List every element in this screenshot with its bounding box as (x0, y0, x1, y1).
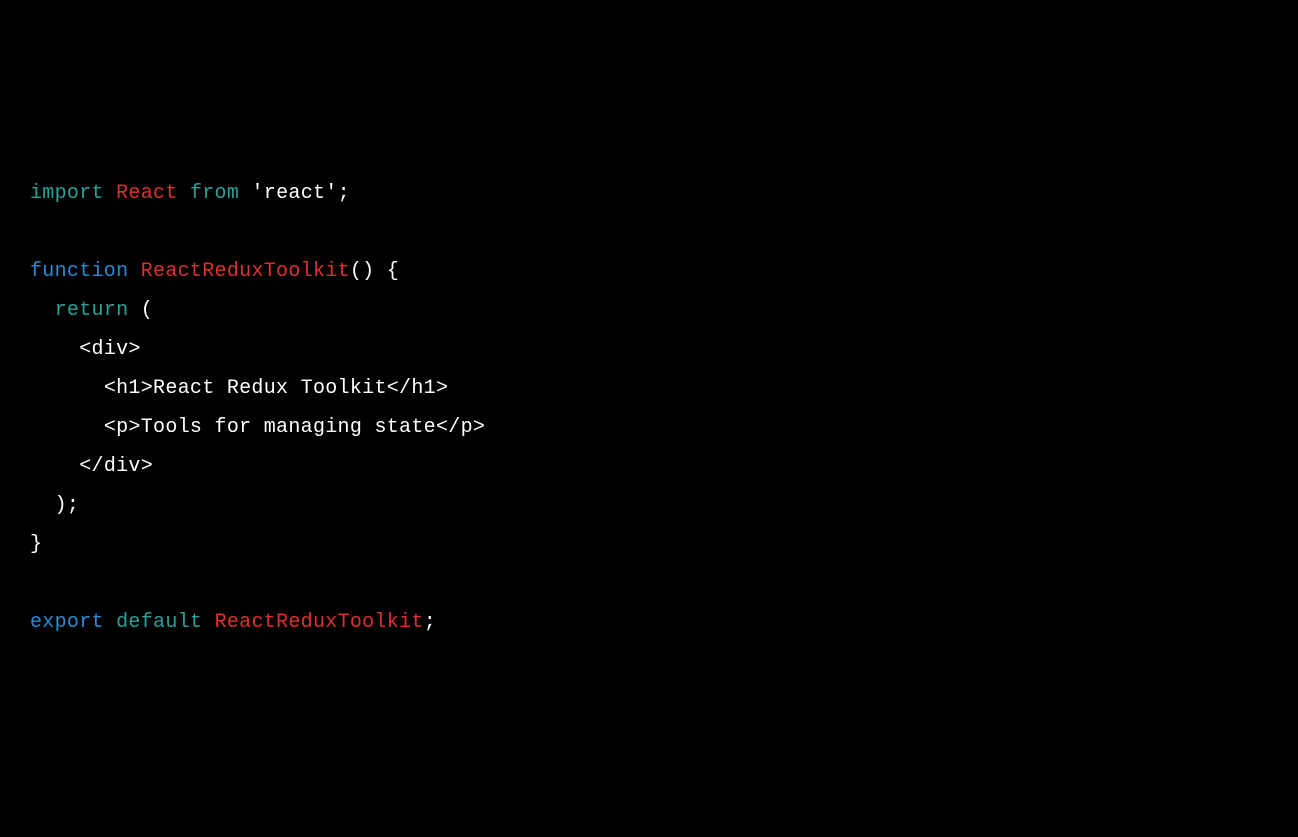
code-editor[interactable]: import React from 'react'; function Reac… (30, 174, 1268, 642)
code-line-7: <p>Tools for managing state</p> (30, 416, 485, 439)
code-line-4: return ( (30, 299, 153, 322)
jsx-div-close: </div> (79, 455, 153, 478)
code-line-3: function ReactReduxToolkit() { (30, 260, 399, 283)
paren-close: ); (55, 494, 80, 517)
keyword-export: export (30, 611, 104, 634)
code-line-12: export default ReactReduxToolkit; (30, 611, 436, 634)
keyword-function: function (30, 260, 128, 283)
jsx-div-open: <div> (79, 338, 141, 361)
keyword-from: from (190, 182, 239, 205)
code-line-6: <h1>React Redux Toolkit</h1> (30, 377, 448, 400)
jsx-h1: <h1>React Redux Toolkit</h1> (104, 377, 448, 400)
code-line-5: <div> (30, 338, 141, 361)
brace-open: { (374, 260, 399, 283)
identifier-react: React (116, 182, 178, 205)
brace-close: } (30, 533, 42, 556)
jsx-p: <p>Tools for managing state</p> (104, 416, 485, 439)
keyword-default: default (116, 611, 202, 634)
paren-open: ( (128, 299, 153, 322)
parens: () (350, 260, 375, 283)
semicolon-end: ; (424, 611, 436, 634)
keyword-import: import (30, 182, 104, 205)
code-line-8: </div> (30, 455, 153, 478)
semicolon: ; (338, 182, 350, 205)
string-react: 'react' (251, 182, 337, 205)
code-line-9: ); (30, 494, 79, 517)
code-line-1: import React from 'react'; (30, 182, 350, 205)
keyword-return: return (55, 299, 129, 322)
function-name: ReactReduxToolkit (141, 260, 350, 283)
code-line-10: } (30, 533, 42, 556)
export-name: ReactReduxToolkit (215, 611, 424, 634)
